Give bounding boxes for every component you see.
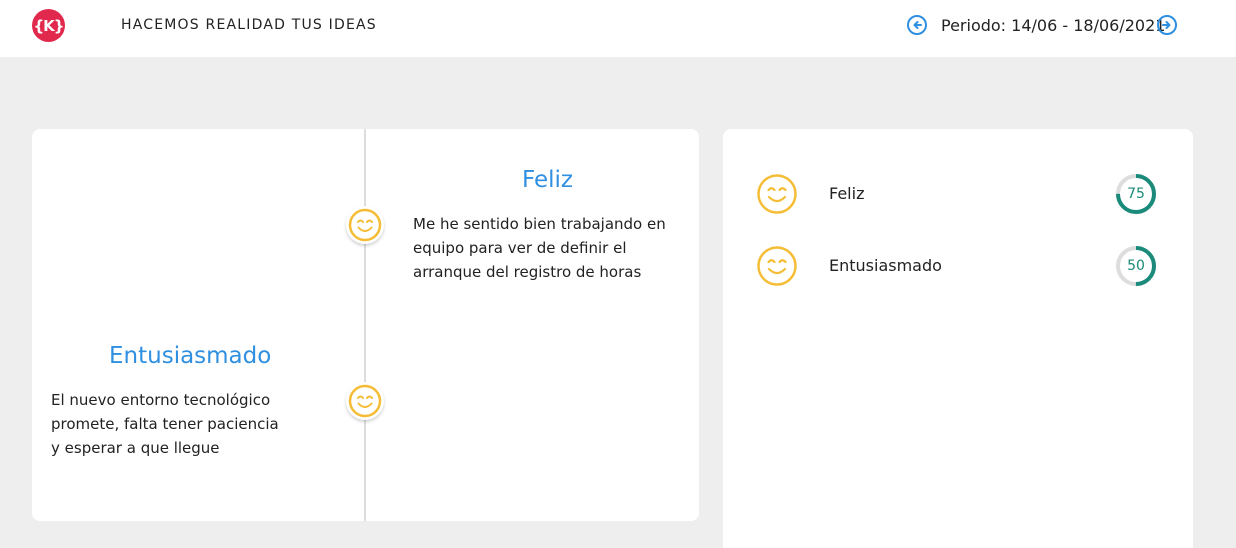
progress-value: 75 (1127, 186, 1145, 202)
top-bar: {K} HACEMOS REALIDAD TUS IDEAS Periodo: … (0, 0, 1236, 57)
period-label: Periodo: 14/06 - 18/06/2021 (941, 16, 1166, 35)
summary-label: Feliz (829, 184, 865, 203)
progress-value: 50 (1127, 258, 1145, 274)
timeline-line (364, 129, 366, 521)
brand-tagline: HACEMOS REALIDAD TUS IDEAS (121, 17, 377, 33)
mood-summary-card: Feliz 75 Entusiasmado 50 (723, 129, 1193, 548)
timeline-entry-title: Feliz (522, 167, 573, 193)
logo[interactable]: {K} (32, 9, 65, 42)
arrow-right-icon (1162, 21, 1171, 29)
smile-icon (346, 382, 384, 420)
next-period-button[interactable] (1157, 15, 1177, 35)
summary-row: Entusiasmado 50 (723, 241, 1193, 291)
smile-icon (757, 174, 797, 214)
timeline-entry-text: Me he sentido bien trabajando en equipo … (413, 215, 666, 281)
timeline-entry-text: El nuevo entorno tecnológico promete, fa… (51, 391, 279, 457)
timeline-entry-title: Entusiasmado (109, 343, 272, 369)
mood-timeline-card: Feliz Me he sentido bien trabajando en e… (32, 129, 699, 521)
summary-row: Feliz 75 (723, 169, 1193, 219)
smile-icon (346, 206, 384, 244)
previous-period-button[interactable] (907, 15, 927, 35)
summary-label: Entusiasmado (829, 256, 942, 275)
arrow-left-icon (913, 21, 922, 29)
smile-icon (757, 246, 797, 286)
